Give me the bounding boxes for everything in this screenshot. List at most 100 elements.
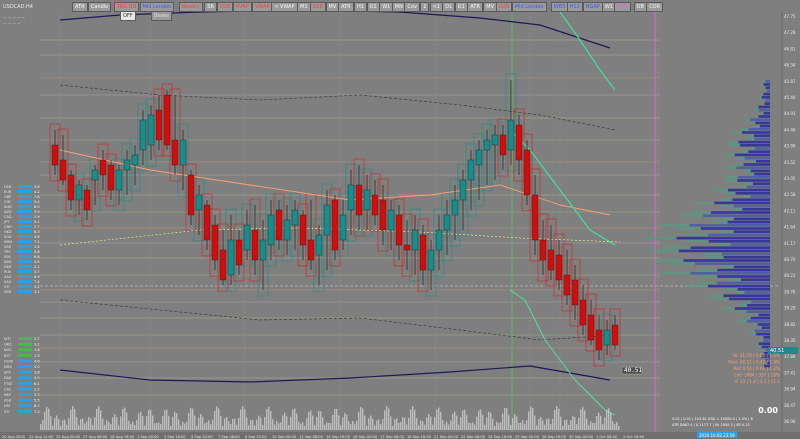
toolbar-button-avrp[interactable]: AVRP [232, 2, 252, 12]
volume-bar [76, 417, 78, 430]
off-toggle-button[interactable]: OFF [120, 11, 136, 21]
volume-profile-bar [742, 208, 770, 211]
volume-bar [504, 408, 506, 430]
volume-bar [552, 418, 554, 430]
volume-bar [126, 412, 128, 430]
volume-bar [214, 410, 216, 430]
volume-profile-bar [737, 288, 770, 291]
candle-body [75, 184, 83, 201]
volume-profile-bar [764, 348, 767, 352]
volume-bar [576, 424, 578, 430]
asset-name: SPX [4, 371, 11, 375]
volume-bar [574, 417, 576, 430]
candle-body [275, 209, 283, 241]
toolbar-button--vwap[interactable]: < VWAP [271, 2, 298, 12]
candle-body [507, 119, 515, 151]
volume-bar [40, 424, 42, 430]
volume-bar [68, 418, 70, 430]
toolbar-button-sr[interactable]: SR [204, 2, 217, 12]
candle-body [395, 214, 403, 246]
volume-bar [276, 420, 278, 430]
currency-name: TRY [3, 250, 11, 254]
toolbar-button-ngap[interactable]: NGAP [582, 2, 603, 12]
currency-value: 3.6 [34, 185, 40, 189]
volume-bar [308, 411, 310, 430]
volume-bar [378, 419, 380, 430]
toolbar-button-vwap[interactable]: VWAP [252, 2, 273, 12]
volume-bar [78, 425, 80, 430]
volume-profile-bar [662, 272, 691, 275]
volume-bar [588, 425, 590, 430]
volume-bar [190, 407, 192, 430]
volume-bar [148, 409, 150, 430]
volume-bar [562, 425, 564, 430]
volume-bar [564, 420, 566, 430]
volume-bar [496, 421, 498, 430]
toolbar-button-cor[interactable]: COR [646, 2, 664, 12]
volume-bar [532, 408, 534, 430]
volume-profile-bar [760, 83, 764, 86]
candle-body [91, 169, 99, 181]
volume-bar [324, 424, 326, 430]
toolbar-button-h1[interactable]: H1 [354, 2, 367, 12]
toolbar-button-d1[interactable]: D1 [366, 2, 380, 12]
volume-profile-bar [754, 108, 759, 112]
currency-name: XAG [4, 280, 12, 284]
time-tick: 1 Sep 00:00 [137, 435, 159, 439]
volume-bar [64, 419, 66, 430]
volume-bar [332, 414, 334, 430]
toolbar-button-q28[interactable]: Q28 [216, 2, 234, 12]
toolbar-button-q28[interactable]: Q28 [495, 2, 513, 12]
volume-bar [252, 420, 254, 430]
volume-bar [322, 417, 324, 430]
volume-bar [180, 425, 182, 430]
candle-body [115, 169, 123, 191]
toolbar-button--1[interactable]: <1 [429, 2, 443, 12]
toolbar-button-h12[interactable]: H12 [566, 2, 583, 12]
candle-body [283, 219, 291, 241]
price-tick: 46.34 [784, 63, 796, 68]
volume-bar [470, 423, 472, 430]
toolbar-button-s-pa[interactable]: S Pa [614, 2, 632, 12]
toolbar-button-atr[interactable]: ATR [467, 2, 483, 12]
volume-profile-bar [748, 128, 770, 131]
toolbar-button-db[interactable]: DB [633, 2, 647, 12]
volume-profile-bar [679, 214, 704, 217]
price-chart[interactable]: USD 3.6 EUR 4.2 GBP 7.8 CHF 5.4 AUD 6.0 NZD 3.9 CAD 2… [0, 0, 800, 439]
volume-bar [44, 411, 46, 430]
boxes-toggle-button[interactable]: Boxes [151, 11, 172, 21]
candle-body [531, 194, 539, 241]
volume-profile-bar [748, 137, 755, 141]
toolbar-button-1[interactable]: 1 [420, 2, 430, 12]
asset-strength-bar [18, 353, 32, 357]
toolbar-button-cov[interactable]: Cov [404, 2, 420, 12]
candle-body [291, 209, 299, 226]
volume-bar [216, 406, 218, 430]
volume-bar [398, 422, 400, 430]
toolbar-button-mid-london[interactable]: Mid London [511, 2, 547, 12]
toolbar-button-d1[interactable]: D1 [442, 2, 456, 12]
volume-bar [368, 418, 370, 430]
volume-profile-bar [751, 160, 756, 163]
toolbar-button-atr[interactable]: ATR [338, 2, 354, 12]
toolbar-button-atr[interactable]: ATR [72, 2, 88, 12]
currency-name: XAU [4, 275, 12, 279]
toolbar-button-m1[interactable]: M1 [297, 2, 311, 12]
volume-profile-bar [758, 326, 762, 329]
volume-bar [288, 425, 290, 430]
volume-profile-bar [761, 112, 764, 115]
volume-profile-bar [668, 262, 695, 265]
price-tick: 42.11 [784, 208, 796, 213]
volume-bar [282, 415, 284, 430]
price-tick: 45.40 [784, 95, 796, 100]
toolbar-button-d1[interactable]: D1 [454, 2, 468, 12]
toolbar-button-q28[interactable]: Q28 [309, 2, 326, 12]
volume-profile-bar [698, 275, 718, 278]
toolbar-button-weekly[interactable]: Weekly [178, 2, 203, 12]
volume-profile-bar [646, 249, 679, 253]
volume-profile-bar [763, 80, 766, 83]
asset-value: 1.3 [34, 354, 40, 358]
candle-body [371, 194, 379, 216]
toolbar-button-candle[interactable]: Candle [87, 2, 112, 12]
volume-profile-bar [717, 268, 770, 272]
